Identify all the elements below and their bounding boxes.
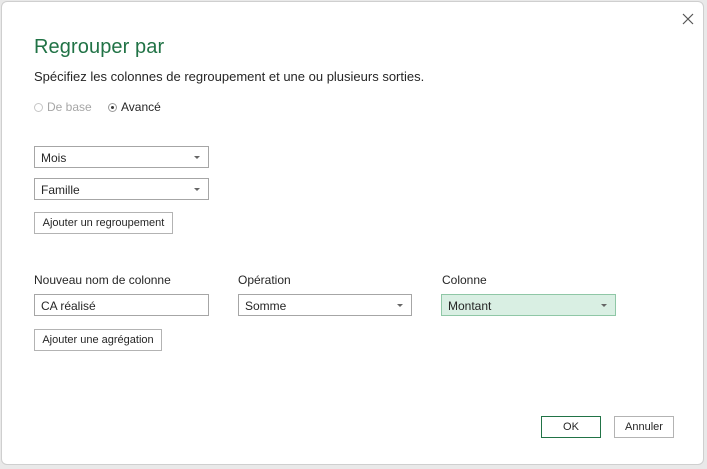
dialog-title: Regrouper par <box>34 36 165 58</box>
radio-circle-icon <box>34 102 43 112</box>
grouping-select-1-value: Mois <box>41 151 67 165</box>
chevron-down-icon <box>601 304 607 307</box>
chevron-down-icon <box>194 188 200 191</box>
new-column-name-input[interactable]: CA réalisé <box>34 294 209 316</box>
radio-advanced[interactable]: Avancé <box>108 99 161 115</box>
column-select[interactable]: Montant <box>441 294 616 316</box>
ok-button[interactable]: OK <box>541 416 601 438</box>
group-by-dialog: Regrouper par Spécifiez les colonnes de … <box>1 1 704 465</box>
operation-header: Opération <box>238 273 291 287</box>
operation-select-value: Somme <box>245 299 287 313</box>
radio-advanced-label: Avancé <box>121 100 161 114</box>
column-select-value: Montant <box>448 299 492 313</box>
new-column-header: Nouveau nom de colonne <box>34 273 171 287</box>
radio-basic[interactable]: De base <box>34 99 92 115</box>
add-aggregation-button[interactable]: Ajouter une agrégation <box>34 329 162 351</box>
radio-selected-icon <box>108 102 117 112</box>
operation-select[interactable]: Somme <box>238 294 412 316</box>
add-grouping-button[interactable]: Ajouter un regroupement <box>34 212 173 234</box>
cancel-button[interactable]: Annuler <box>614 416 674 438</box>
chevron-down-icon <box>194 156 200 159</box>
grouping-select-1[interactable]: Mois <box>34 146 209 168</box>
dialog-subtitle: Spécifiez les colonnes de regroupement e… <box>34 69 425 84</box>
chevron-down-icon <box>397 304 403 307</box>
close-icon[interactable] <box>680 11 696 27</box>
new-column-name-value: CA réalisé <box>41 299 96 313</box>
grouping-select-2[interactable]: Famille <box>34 178 209 200</box>
radio-basic-label: De base <box>47 100 92 114</box>
grouping-select-2-value: Famille <box>41 183 80 197</box>
column-header: Colonne <box>442 273 487 287</box>
